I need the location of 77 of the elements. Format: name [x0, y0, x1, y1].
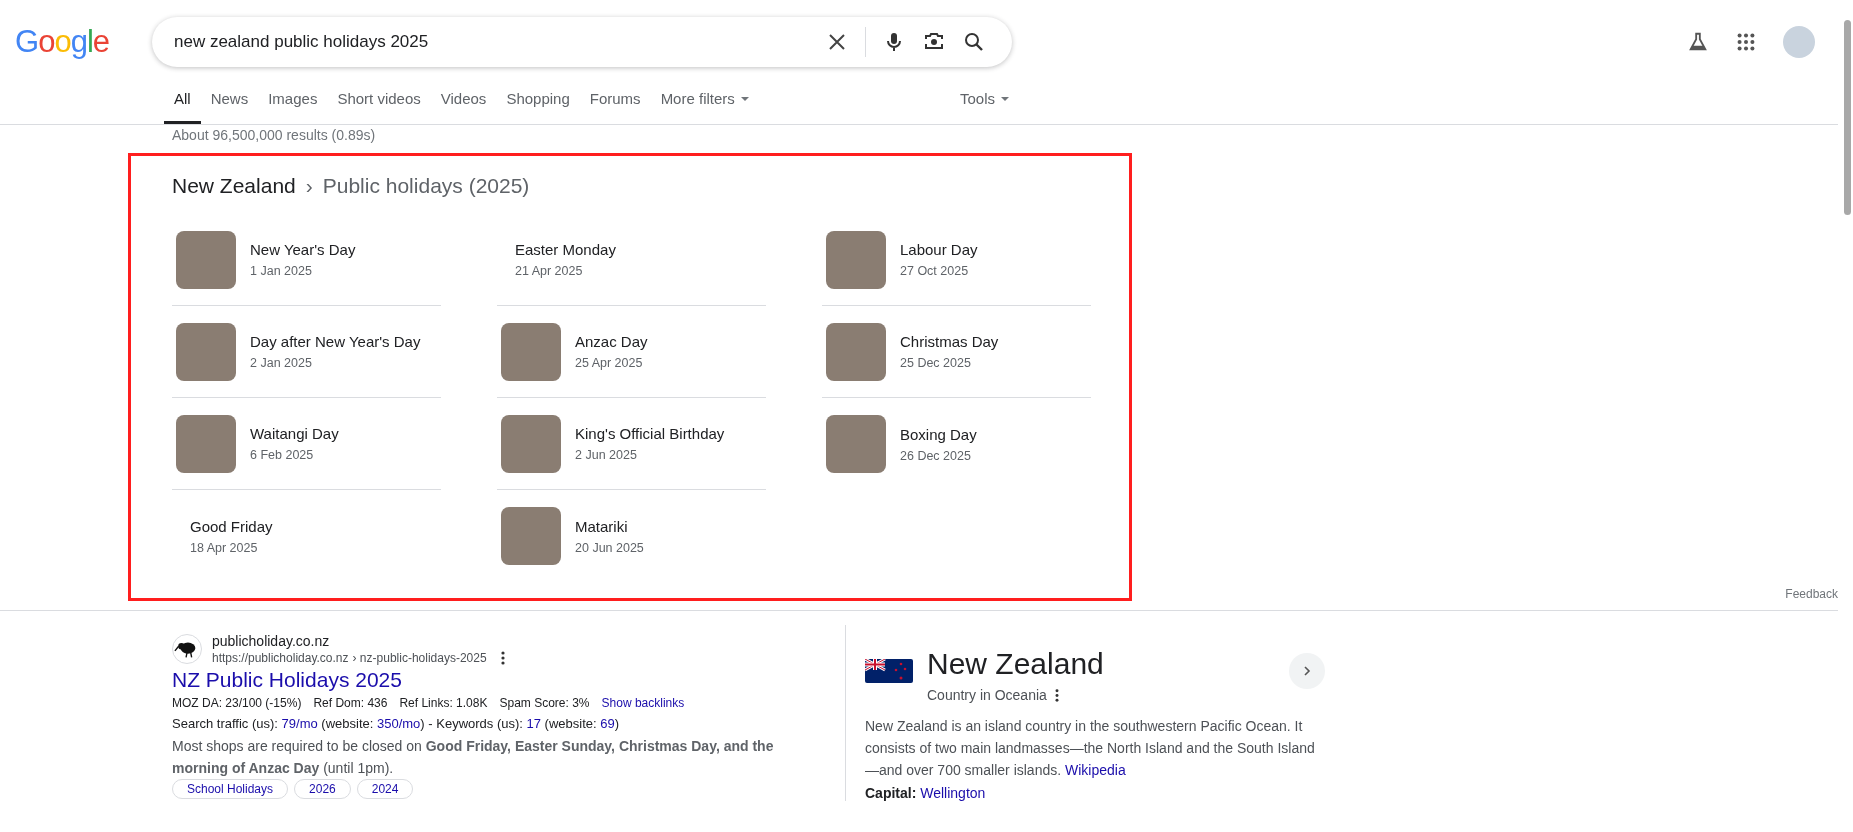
show-backlinks-link[interactable]: Show backlinks	[601, 696, 685, 710]
holiday-item[interactable]: Day after New Year's Day 2 Jan 2025	[172, 306, 441, 398]
holiday-date: 2 Jan 2025	[250, 356, 313, 370]
tab[interactable]: More filters	[650, 88, 759, 124]
holiday-date: 25 Dec 2025	[900, 356, 972, 370]
holiday-name: Easter Monday	[515, 241, 616, 258]
holiday-name: Waitangi Day	[250, 425, 339, 442]
breadcrumb-item[interactable]: New Zealand	[172, 174, 296, 198]
result-title-link[interactable]: NZ Public Holidays 2025	[172, 668, 827, 692]
chevron-right-icon	[1302, 666, 1312, 676]
seo-metric: Ref Dom: 436	[313, 696, 388, 710]
tab[interactable]: Shopping	[496, 88, 580, 124]
holiday-item[interactable]: Matariki 20 Jun 2025	[497, 490, 766, 582]
tab[interactable]: Forums	[579, 88, 651, 124]
result-url[interactable]: https://publicholiday.co.nz	[212, 651, 349, 665]
holiday-item[interactable]: Anzac Day 25 Apr 2025	[497, 306, 766, 398]
scrollbar[interactable]	[1844, 20, 1851, 215]
holiday-date: 18 Apr 2025	[190, 540, 259, 555]
related-chip[interactable]: 2024	[356, 779, 414, 799]
flag-icon	[865, 659, 913, 683]
holiday-item[interactable]: Good Friday 18 Apr 2025	[172, 490, 441, 582]
tools-button[interactable]: Tools	[949, 88, 1019, 124]
holiday-date: 27 Oct 2025	[900, 264, 970, 278]
related-chip[interactable]: 2026	[294, 779, 351, 799]
holiday-date: 1 Jan 2025	[250, 264, 313, 278]
holiday-name: Good Friday	[190, 517, 273, 535]
holiday-name: Labour Day	[900, 241, 978, 258]
seo-metric: Ref Links: 1.08K	[399, 696, 488, 710]
holiday-name: Anzac Day	[575, 333, 648, 350]
holiday-item[interactable]: New Year's Day 1 Jan 2025	[172, 214, 441, 306]
related-chip[interactable]: School Holidays	[172, 779, 289, 799]
seo-metric: Spam Score: 3%	[499, 696, 590, 710]
site-name[interactable]: publicholiday.co.nz	[212, 633, 505, 649]
search-field[interactable]: new zealand public holidays 2025	[172, 31, 809, 53]
result-snippet: Most shops are required to be closed on Good Friday, Easter Sunday, Christmas Day, and the morning of Anzac Day (until 1pm).	[172, 737, 775, 778]
breadcrumb-item[interactable]: Public holidays (2025)	[322, 174, 530, 198]
flask-icon[interactable]	[1687, 31, 1709, 53]
more-options-icon[interactable]	[1054, 688, 1059, 702]
holiday-date: 25 Apr 2025	[575, 356, 644, 370]
holiday-item[interactable]: Waitangi Day 6 Feb 2025	[172, 398, 441, 490]
fact-value-link[interactable]: Wellington	[920, 785, 986, 801]
tab[interactable]: Images	[258, 88, 328, 124]
entity-description: New Zealand is an island country in the southwestern Pacific Ocean. It consists of two main landmasses—the North Island and the South Island—and over 700 smaller islands. Wikipedia	[865, 717, 1316, 780]
traffic-stats: Search traffic (us): 79/mo (website: 350/mo) - Keywords (us): 17 (website: 69)	[172, 716, 621, 731]
holiday-name: Christmas Day	[900, 333, 999, 350]
entity-title: New Zealand	[927, 647, 1104, 681]
holiday-item[interactable]: King's Official Birthday 2 Jun 2025	[497, 398, 766, 490]
holiday-date: 2 Jun 2025	[575, 448, 638, 462]
holiday-item[interactable]: Boxing Day 26 Dec 2025	[822, 398, 1091, 490]
more-options-icon[interactable]	[500, 651, 505, 665]
breadcrumb-separator: ›	[305, 174, 313, 198]
wikipedia-link[interactable]: Wikipedia	[1065, 762, 1126, 778]
holiday-date: 20 Jun 2025	[575, 540, 644, 555]
result-stats: About 96,500,000 results (0.89s)	[171, 126, 377, 143]
google-logo[interactable]: Google	[15, 24, 152, 60]
holiday-name: Day after New Year's Day	[250, 333, 421, 350]
tab[interactable]: News	[200, 88, 259, 124]
holiday-item[interactable]: Christmas Day 25 Dec 2025	[822, 306, 1091, 398]
holiday-date: 21 Apr 2025	[515, 264, 584, 278]
apps-grid-icon[interactable]	[1735, 31, 1757, 53]
url-path: › nz-public-holidays-2025	[352, 651, 487, 665]
holiday-name: King's Official Birthday	[575, 425, 725, 442]
holiday-date: 26 Dec 2025	[900, 448, 972, 463]
entity-subtitle: Country in Oceania	[927, 687, 1047, 703]
tab[interactable]: Short videos	[327, 88, 431, 124]
holiday-name: Boxing Day	[900, 425, 977, 443]
holiday-item[interactable]: Easter Monday 21 Apr 2025	[497, 214, 766, 306]
feedback-link[interactable]: Feedback	[1785, 587, 1838, 601]
seo-metric: MOZ DA: 23/100 (-15%)	[172, 696, 302, 710]
holiday-date: 6 Feb 2025	[250, 448, 315, 462]
search-bar[interactable]: new zealand public holidays 2025	[152, 17, 1012, 67]
holiday-item[interactable]: Labour Day 27 Oct 2025	[822, 214, 1091, 306]
holiday-name: New Year's Day	[250, 241, 356, 258]
tab[interactable]: Videos	[430, 88, 497, 124]
caret-icon	[1001, 96, 1009, 101]
holiday-name: Matariki	[575, 517, 629, 535]
fact-label: Capital:	[865, 785, 917, 801]
